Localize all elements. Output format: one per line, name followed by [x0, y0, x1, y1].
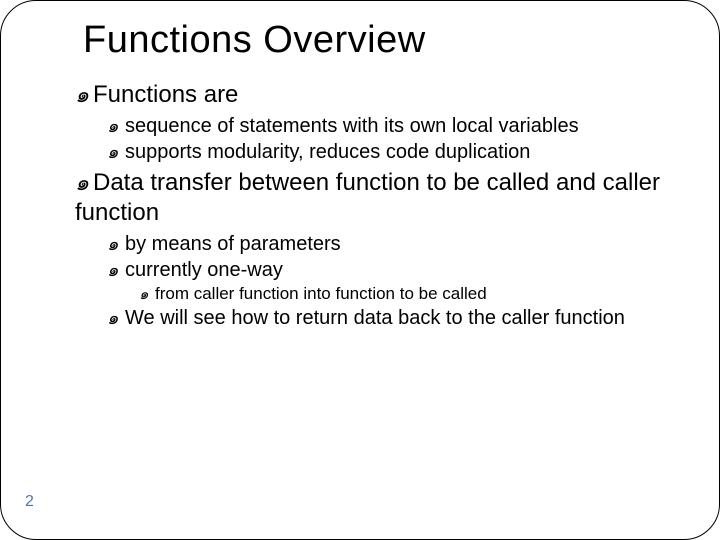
slide-title: Functions Overview [83, 19, 691, 62]
bullet-by-means: ๑by means of parameters [107, 232, 691, 256]
text-functions-are: Functions are [93, 81, 238, 108]
text-from-caller: from caller function into function to be… [155, 284, 487, 303]
bullet-glyph-icon: ๑ [107, 308, 125, 330]
bullet-glyph-icon: ๑ [75, 81, 93, 109]
text-we-will-see: We will see how to return data back to t… [125, 307, 625, 329]
bullet-we-will-see: ๑We will see how to return data back to … [107, 306, 691, 330]
bullet-functions-are: ๑Functions are [75, 80, 691, 110]
text-by-means: by means of parameters [125, 233, 341, 255]
page-number: 2 [25, 493, 34, 511]
bullet-glyph-icon: ๑ [107, 116, 125, 138]
text-currently-one-way: currently one-way [125, 259, 283, 281]
bullet-supports-modularity: ๑supports modularity, reduces code dupli… [107, 140, 691, 164]
bullet-glyph-icon: ๑ [107, 142, 125, 164]
text-supports-modularity: supports modularity, reduces code duplic… [125, 141, 530, 163]
bullet-glyph-icon: ๑ [75, 169, 93, 197]
bullet-glyph-icon: ๑ [107, 234, 125, 256]
bullet-currently-one-way: ๑currently one-way [107, 258, 691, 282]
bullet-data-transfer: ๑Data transfer between function to be ca… [75, 168, 691, 228]
bullet-glyph-icon: ๑ [107, 260, 125, 282]
bullet-glyph-icon: ๑ [139, 286, 155, 304]
text-sequence: sequence of statements with its own loca… [125, 115, 579, 137]
text-data-transfer: Data transfer between function to be cal… [75, 169, 660, 226]
bullet-sequence: ๑sequence of statements with its own loc… [107, 114, 691, 138]
bullet-from-caller: ๑from caller function into function to b… [139, 284, 691, 304]
slide-frame: Functions Overview ๑Functions are ๑seque… [0, 0, 720, 540]
